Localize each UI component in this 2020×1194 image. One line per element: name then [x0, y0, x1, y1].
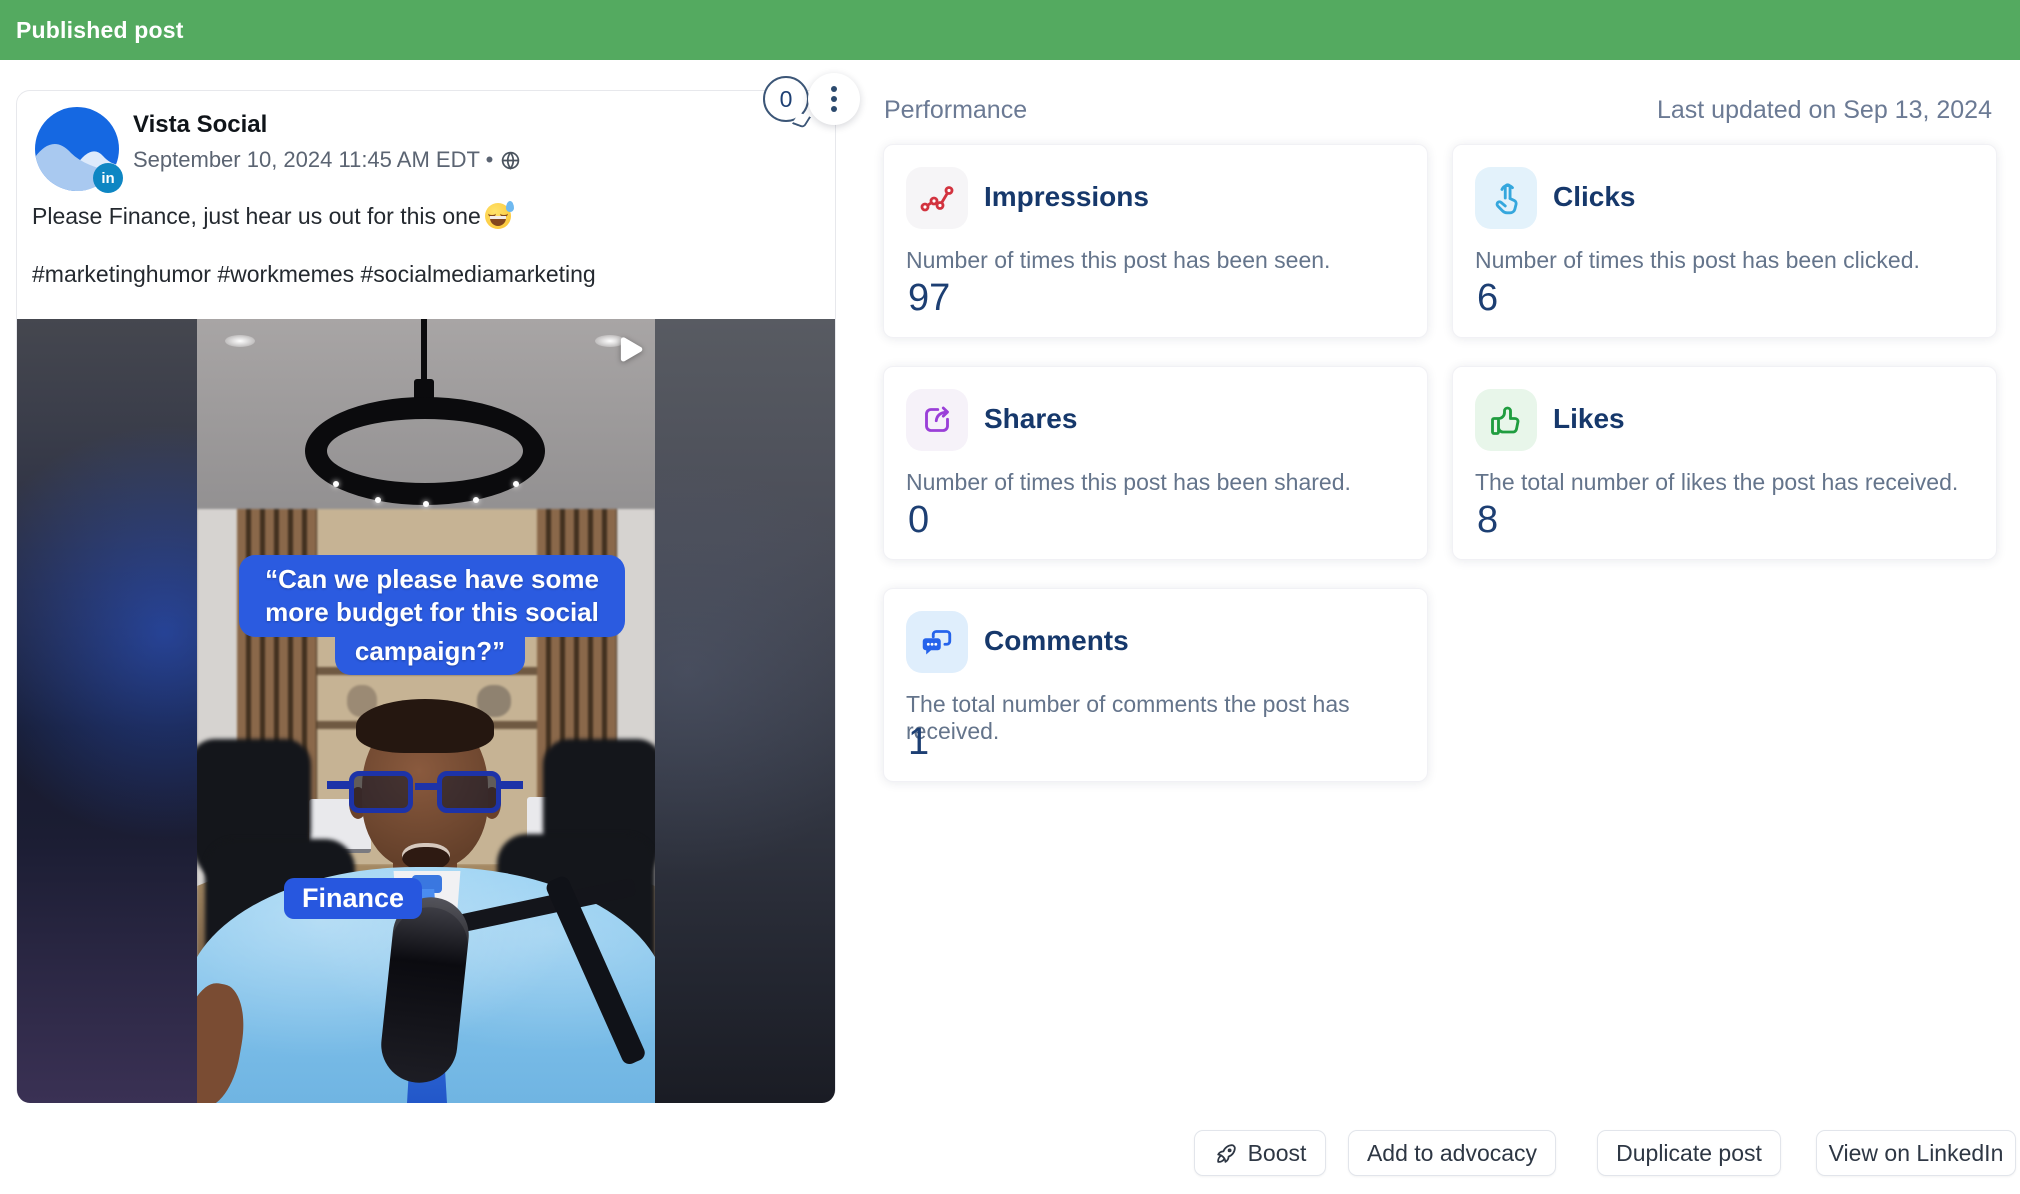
metric-card-clicks: Clicks Number of times this post has bee… [1452, 144, 1997, 338]
metric-label: Comments [984, 625, 1129, 657]
metric-card-shares: Shares Number of times this post has bee… [883, 366, 1428, 560]
share-box-icon [906, 389, 968, 451]
avatar: in [35, 107, 119, 191]
metric-card-comments: Comments The total number of comments th… [883, 588, 1428, 782]
view-on-linkedin-button[interactable]: View on LinkedIn [1816, 1130, 2016, 1176]
play-icon[interactable] [609, 331, 647, 374]
metric-label: Shares [984, 403, 1077, 435]
post-text: Please Finance, just hear us out for thi… [32, 203, 812, 230]
comment-count-value: 0 [780, 86, 793, 113]
ellipsis-icon [831, 86, 837, 92]
metric-card-likes: Likes The total number of likes the post… [1452, 366, 1997, 560]
metric-label: Clicks [1553, 181, 1636, 213]
video-thumbnail: “Can we please have some more budget for… [17, 319, 835, 1103]
page-title: Published post [16, 17, 184, 44]
video-frame: “Can we please have some more budget for… [197, 319, 655, 1103]
metric-description: The total number of comments the post ha… [906, 691, 1427, 745]
click-finger-icon [1475, 167, 1537, 229]
post-timestamp: September 10, 2024 11:45 AM EDT • [133, 147, 521, 173]
metric-description: Number of times this post has been click… [1475, 247, 1920, 274]
metric-description: The total number of likes the post has r… [1475, 469, 1958, 496]
metric-value: 6 [1477, 277, 1498, 320]
metric-label: Likes [1553, 403, 1625, 435]
linkedin-badge: in [93, 163, 123, 193]
post-menu-button[interactable] [808, 73, 860, 125]
last-updated-label: Last updated on Sep 13, 2024 [1657, 96, 1992, 125]
video-caption-bubble: “Can we please have some more budget for… [239, 555, 625, 637]
glasses [349, 771, 413, 813]
metric-description: Number of times this post has been share… [906, 469, 1351, 496]
video-blur-right [655, 319, 835, 1103]
post-hashtags: #marketinghumor #workmemes #socialmediam… [32, 261, 822, 288]
post-card: 0 in Vista Social September 10, 2024 11:… [16, 90, 836, 1102]
metric-description: Number of times this post has been seen. [906, 247, 1330, 274]
published-post-header: Published post [0, 0, 2020, 60]
metric-label: Impressions [984, 181, 1149, 213]
post-author: Vista Social [133, 111, 267, 139]
performance-title: Performance [884, 96, 1027, 125]
video-blur-left [17, 319, 197, 1103]
rocket-icon [1214, 1141, 1239, 1166]
globe-icon [500, 150, 521, 171]
add-to-advocacy-button[interactable]: Add to advocacy [1348, 1130, 1556, 1176]
metric-value: 8 [1477, 499, 1498, 542]
boost-button[interactable]: Boost [1194, 1130, 1326, 1176]
sweat-smile-emoji [485, 203, 511, 229]
metric-value: 97 [908, 277, 950, 320]
chat-bubbles-icon [906, 611, 968, 673]
metric-value: 1 [908, 721, 929, 764]
metric-value: 0 [908, 499, 929, 542]
metric-card-impressions: Impressions Number of times this post ha… [883, 144, 1428, 338]
boost-label: Boost [1248, 1140, 1307, 1167]
finance-tag: Finance [284, 878, 422, 919]
impressions-route-icon [906, 167, 968, 229]
duplicate-post-button[interactable]: Duplicate post [1597, 1130, 1781, 1176]
ring-light [305, 397, 545, 505]
video-caption-bubble-line3: campaign?” [335, 631, 525, 675]
thumbs-up-icon [1475, 389, 1537, 451]
comment-count-badge[interactable]: 0 [763, 76, 809, 122]
